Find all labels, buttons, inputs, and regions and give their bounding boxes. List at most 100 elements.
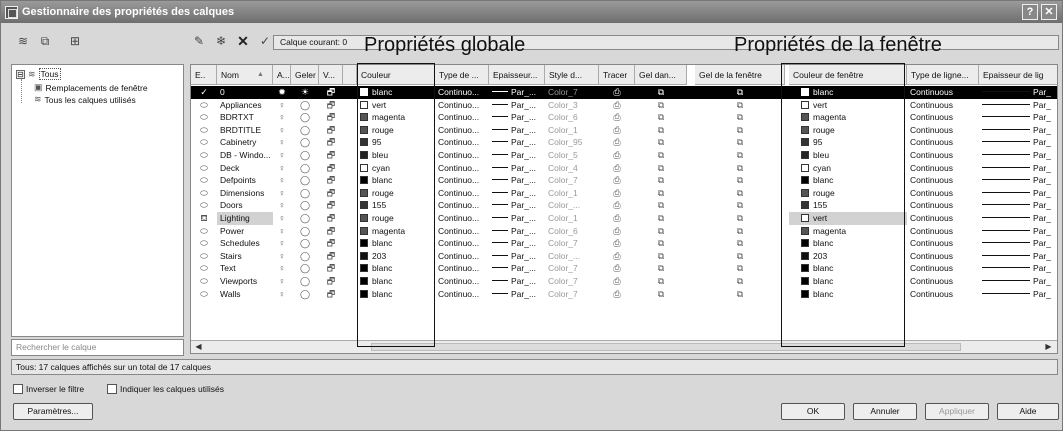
vp-freeze-icon[interactable]: ⧉ <box>635 162 687 175</box>
new-vp-freeze-icon[interactable]: ⧉ <box>695 187 785 200</box>
column-header-color[interactable]: Couleur <box>357 65 435 85</box>
cancel-button[interactable]: Annuler <box>853 403 917 420</box>
layer-linetype[interactable]: Continuo... <box>435 262 489 275</box>
layer-name[interactable]: 0 <box>217 86 273 99</box>
layer-lineweight[interactable]: Par_... <box>489 237 545 250</box>
viewport-lineweight[interactable]: Par_ <box>979 225 1057 238</box>
layer-linetype[interactable]: Continuo... <box>435 275 489 288</box>
viewport-linetype[interactable]: Continuous <box>907 124 979 137</box>
layer-lineweight[interactable]: Par_... <box>489 111 545 124</box>
freeze-sun-icon[interactable]: ◯ <box>291 124 319 137</box>
viewport-color[interactable]: blanc <box>789 174 907 187</box>
viewport-linetype[interactable]: Continuous <box>907 136 979 149</box>
plot-printer-icon[interactable]: ⎙ <box>599 86 635 99</box>
viewport-linetype[interactable]: Continuous <box>907 262 979 275</box>
layer-color[interactable]: bleu <box>357 149 435 162</box>
viewport-lineweight[interactable]: Par_ <box>979 288 1057 301</box>
freeze-sun-icon[interactable]: ☀ <box>291 86 319 99</box>
layer-row[interactable]: ⬭ BDRTXT ♀ ◯ 🗗 magenta Continuo... Par_... Color… <box>191 111 1057 124</box>
layer-name[interactable]: Viewports <box>217 275 273 288</box>
viewport-color[interactable]: vert <box>789 212 907 225</box>
layer-color[interactable]: cyan <box>357 162 435 175</box>
viewport-color[interactable]: 203 <box>789 250 907 263</box>
layer-name[interactable]: Walls <box>217 288 273 301</box>
freeze-sun-icon[interactable]: ◯ <box>291 275 319 288</box>
viewport-color[interactable]: blanc <box>789 275 907 288</box>
scroll-left-icon[interactable]: ◀ <box>193 342 204 352</box>
vp-freeze-icon[interactable]: ⧉ <box>635 199 687 212</box>
layer-color[interactable]: magenta <box>357 225 435 238</box>
new-vp-freeze-icon[interactable]: ⧉ <box>695 174 785 187</box>
viewport-color[interactable]: 155 <box>789 199 907 212</box>
viewport-lineweight[interactable]: Par_ <box>979 162 1057 175</box>
viewport-color[interactable]: blanc <box>789 262 907 275</box>
new-vp-freeze-icon[interactable]: ⧉ <box>695 225 785 238</box>
ok-button[interactable]: OK <box>781 403 845 420</box>
viewport-linetype[interactable]: Continuous <box>907 212 979 225</box>
vp-freeze-icon[interactable]: ⧉ <box>635 262 687 275</box>
new-vp-freeze-icon[interactable]: ⧉ <box>695 162 785 175</box>
layer-linetype[interactable]: Continuo... <box>435 149 489 162</box>
viewport-linetype[interactable]: Continuous <box>907 149 979 162</box>
vp-freeze-icon[interactable]: ⧉ <box>635 124 687 137</box>
lock-icon[interactable]: 🗗 <box>319 136 343 149</box>
indicate-used-option[interactable]: Indiquer les calques utilisés <box>107 384 224 394</box>
vp-freeze-icon[interactable]: ⧉ <box>635 149 687 162</box>
column-header-status[interactable]: E.. <box>191 65 217 85</box>
plot-printer-icon[interactable]: ⎙ <box>599 225 635 238</box>
column-header-vp-linetype[interactable]: Type de ligne... <box>907 65 979 85</box>
viewport-color[interactable]: 95 <box>789 136 907 149</box>
plot-printer-icon[interactable]: ⎙ <box>599 174 635 187</box>
layer-lineweight[interactable]: Par_... <box>489 225 545 238</box>
column-header-lineweight[interactable]: Epaisseur... <box>489 65 545 85</box>
freeze-sun-icon[interactable]: ◯ <box>291 262 319 275</box>
layer-lineweight[interactable]: Par_... <box>489 124 545 137</box>
viewport-linetype[interactable]: Continuous <box>907 199 979 212</box>
column-header-freeze[interactable]: Geler <box>291 65 319 85</box>
lock-icon[interactable]: 🗗 <box>319 124 343 137</box>
layer-row[interactable]: ⬭ Stairs ♀ ◯ 🗗 203 Continuo... Par_... Color_...… <box>191 250 1057 263</box>
on-bulb-icon[interactable]: ♀ <box>273 187 291 200</box>
column-header-plotstyle[interactable]: Style d... <box>545 65 599 85</box>
lock-icon[interactable]: 🗗 <box>319 250 343 263</box>
vp-freeze-icon[interactable]: ⧉ <box>635 187 687 200</box>
new-vp-freeze-icon[interactable]: ⧉ <box>695 111 785 124</box>
freeze-sun-icon[interactable]: ◯ <box>291 199 319 212</box>
layer-linetype[interactable]: Continuo... <box>435 124 489 137</box>
vp-freeze-icon[interactable]: ⧉ <box>635 212 687 225</box>
collapse-icon[interactable]: ⊟ <box>16 69 25 79</box>
plot-printer-icon[interactable]: ⎙ <box>599 99 635 112</box>
tree-item-all[interactable]: ⊟ ≋ Tous <box>16 68 61 80</box>
layer-name[interactable]: Cabinetry <box>217 136 273 149</box>
viewport-color[interactable]: magenta <box>789 225 907 238</box>
layer-lineweight[interactable]: Par_... <box>489 187 545 200</box>
layer-linetype[interactable]: Continuo... <box>435 250 489 263</box>
layer-linetype[interactable]: Continuo... <box>435 99 489 112</box>
layer-name[interactable]: BRDTITLE <box>217 124 273 137</box>
layer-lineweight[interactable]: Par_... <box>489 136 545 149</box>
viewport-color[interactable]: magenta <box>789 111 907 124</box>
layer-color[interactable]: 203 <box>357 250 435 263</box>
vp-freeze-icon[interactable]: ⧉ <box>635 86 687 99</box>
viewport-lineweight[interactable]: Par_ <box>979 199 1057 212</box>
layer-name[interactable]: Text <box>217 262 273 275</box>
layer-lineweight[interactable]: Par_... <box>489 174 545 187</box>
viewport-lineweight[interactable]: Par_ <box>979 99 1057 112</box>
layer-row[interactable]: ⬭ Walls ♀ ◯ 🗗 blanc Continuo... Par_... Color_7 ⎙… <box>191 288 1057 301</box>
layer-color[interactable]: vert <box>357 99 435 112</box>
layer-name[interactable]: Deck <box>217 162 273 175</box>
viewport-lineweight[interactable]: Par_ <box>979 212 1057 225</box>
on-bulb-icon[interactable]: ♀ <box>273 275 291 288</box>
viewport-lineweight[interactable]: Par_ <box>979 275 1057 288</box>
layer-linetype[interactable]: Continuo... <box>435 111 489 124</box>
freeze-sun-icon[interactable]: ◯ <box>291 149 319 162</box>
layer-lineweight[interactable]: Par_... <box>489 262 545 275</box>
column-header-plot[interactable]: Tracer <box>599 65 635 85</box>
viewport-color[interactable]: blanc <box>789 86 907 99</box>
layer-color[interactable]: blanc <box>357 288 435 301</box>
freeze-sun-icon[interactable]: ◯ <box>291 212 319 225</box>
layer-linetype[interactable]: Continuo... <box>435 199 489 212</box>
viewport-linetype[interactable]: Continuous <box>907 162 979 175</box>
new-vp-freeze-icon[interactable]: ⧉ <box>695 275 785 288</box>
lock-icon[interactable]: 🗗 <box>319 212 343 225</box>
